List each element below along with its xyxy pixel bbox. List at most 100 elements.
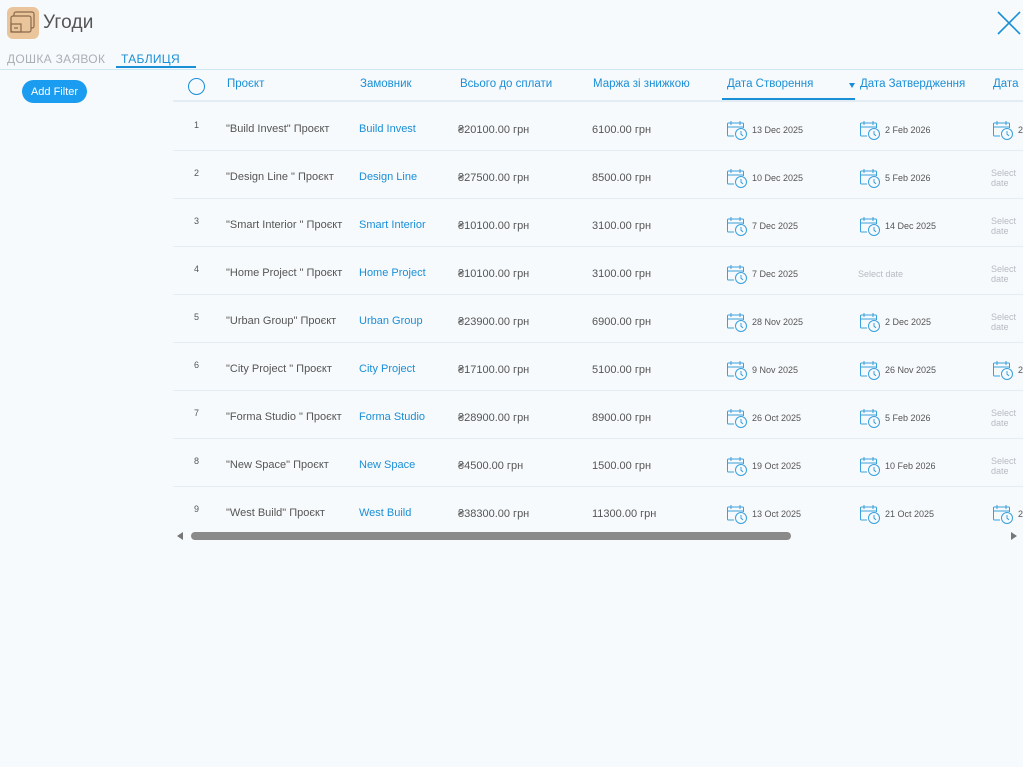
column-header-date[interactable]: Дата	[993, 78, 1018, 90]
sort-desc-icon	[849, 83, 855, 88]
table-row[interactable]: 9 "West Build" Проєкт West Build ₴38300.00 …	[173, 486, 1023, 534]
date-value: 21 Oct 2025	[885, 509, 935, 519]
date-value: 28 Nov 2025	[752, 317, 804, 327]
created-date-cell[interactable]: 10 Dec 2025	[725, 167, 803, 189]
table-row[interactable]: 3 "Smart Interior " Проєкт Smart Interior ₴…	[173, 198, 1023, 247]
margin-amount: 8500.00 грн	[592, 172, 652, 184]
date-cell[interactable]: Select date	[991, 167, 1023, 189]
date-cell[interactable]: Select date	[991, 407, 1023, 429]
approved-date-cell[interactable]: Select date	[858, 263, 903, 285]
client-link[interactable]: City Project	[359, 363, 415, 375]
date-value: 13 Dec 2025	[752, 125, 804, 135]
date-cell[interactable]: Select date	[991, 311, 1023, 333]
date-placeholder: Select date	[991, 456, 1017, 476]
tab-board[interactable]: ДОШКА ЗАЯВОК	[7, 52, 105, 66]
total-amount: ₴28900.00 грн	[458, 412, 530, 424]
calendar-clock-icon	[858, 407, 882, 429]
horizontal-scrollbar[interactable]	[191, 532, 791, 540]
row-number: 8	[194, 456, 200, 466]
created-date-cell[interactable]: 7 Dec 2025	[725, 215, 798, 237]
approved-date-cell[interactable]: 2 Feb 2026	[858, 119, 931, 141]
approved-date-cell[interactable]: 21 Oct 2025	[858, 503, 934, 525]
column-header-client[interactable]: Замовник	[360, 78, 412, 90]
project-name: "Build Invest" Проєкт	[226, 123, 330, 135]
client-link[interactable]: Design Line	[359, 171, 417, 183]
date-cell[interactable]: Select date	[991, 215, 1023, 237]
row-number: 2	[194, 168, 200, 178]
total-amount: ₴10100.00 грн	[458, 268, 530, 280]
scroll-right-arrow-icon[interactable]	[1011, 532, 1017, 540]
calendar-clock-icon	[858, 311, 882, 333]
client-link[interactable]: Forma Studio	[359, 411, 425, 423]
column-header-created-date[interactable]: Дата Створення	[727, 78, 813, 90]
calendar-clock-icon	[725, 167, 749, 189]
approved-date-cell[interactable]: 26 Nov 2025	[858, 359, 936, 381]
date-cell[interactable]: 2	[991, 359, 1023, 381]
scroll-left-arrow-icon[interactable]	[177, 532, 183, 540]
date-cell[interactable]: 2	[991, 119, 1023, 141]
row-number: 7	[194, 408, 200, 418]
calendar-clock-icon	[725, 119, 749, 141]
date-value: 2 Dec 2025	[885, 317, 932, 327]
calendar-clock-icon	[991, 359, 1015, 381]
client-link[interactable]: Build Invest	[359, 123, 416, 135]
margin-amount: 5100.00 грн	[592, 364, 652, 376]
approved-date-cell[interactable]: 14 Dec 2025	[858, 215, 936, 237]
table-row[interactable]: 8 "New Space" Проєкт New Space ₴4500.00 грн…	[173, 438, 1023, 487]
total-amount: ₴4500.00 грн	[458, 460, 524, 472]
client-link[interactable]: Smart Interior	[359, 219, 426, 231]
client-link[interactable]: New Space	[359, 459, 415, 471]
project-name: "Forma Studio " Проєкт	[226, 411, 342, 423]
date-value: 2	[1018, 509, 1023, 519]
date-value: 26 Oct 2025	[752, 413, 802, 423]
select-all-checkbox[interactable]	[188, 78, 205, 95]
approved-date-cell[interactable]: 5 Feb 2026	[858, 407, 931, 429]
calendar-clock-icon	[858, 167, 882, 189]
project-name: "Urban Group" Проєкт	[226, 315, 337, 327]
calendar-clock-icon	[858, 119, 882, 141]
calendar-clock-icon	[725, 263, 749, 285]
created-date-cell[interactable]: 7 Dec 2025	[725, 263, 798, 285]
margin-amount: 1500.00 грн	[592, 460, 652, 472]
table-row[interactable]: 5 "Urban Group" Проєкт Urban Group ₴23900.0…	[173, 294, 1023, 343]
created-date-cell[interactable]: 9 Nov 2025	[725, 359, 798, 381]
total-amount: ₴17100.00 грн	[458, 364, 530, 376]
date-value: 2	[1018, 365, 1023, 375]
date-placeholder: Select date	[991, 264, 1017, 284]
tab-table[interactable]: ТАБЛИЦЯ	[121, 52, 180, 66]
column-header-margin[interactable]: Маржа зі знижкою	[593, 78, 690, 90]
date-value: 7 Dec 2025	[752, 269, 799, 279]
table-row[interactable]: 4 "Home Project " Проєкт Home Project ₴1010…	[173, 246, 1023, 295]
column-header-approved-date[interactable]: Дата Затвердження	[860, 78, 965, 90]
date-value: 10 Dec 2025	[752, 173, 804, 183]
table-row[interactable]: 6 "City Project " Проєкт City Project ₴1710…	[173, 342, 1023, 391]
date-cell[interactable]: 2	[991, 503, 1023, 525]
date-cell[interactable]: Select date	[991, 455, 1023, 477]
date-value: 9 Nov 2025	[752, 365, 799, 375]
sorted-column-indicator	[722, 98, 855, 100]
created-date-cell[interactable]: 26 Oct 2025	[725, 407, 801, 429]
approved-date-cell[interactable]: 10 Feb 2026	[858, 455, 936, 477]
add-filter-button[interactable]: Add Filter	[22, 80, 87, 103]
created-date-cell[interactable]: 19 Oct 2025	[725, 455, 801, 477]
calendar-clock-icon	[725, 407, 749, 429]
client-link[interactable]: West Build	[359, 507, 411, 519]
margin-amount: 3100.00 грн	[592, 268, 652, 280]
date-cell[interactable]: Select date	[991, 263, 1023, 285]
column-header-total[interactable]: Всього до сплати	[460, 78, 552, 90]
column-header-project[interactable]: Проєкт	[227, 78, 264, 90]
table-row[interactable]: 1 "Build Invest" Проєкт Build Invest ₴20100…	[173, 102, 1023, 151]
approved-date-cell[interactable]: 2 Dec 2025	[858, 311, 931, 333]
project-name: "New Space" Проєкт	[226, 459, 329, 471]
close-icon[interactable]	[995, 9, 1023, 37]
created-date-cell[interactable]: 13 Oct 2025	[725, 503, 801, 525]
date-placeholder: Select date	[991, 408, 1017, 428]
table-row[interactable]: 2 "Design Line " Проєкт Design Line ₴27500.…	[173, 150, 1023, 199]
created-date-cell[interactable]: 13 Dec 2025	[725, 119, 803, 141]
calendar-clock-icon	[725, 215, 749, 237]
client-link[interactable]: Urban Group	[359, 315, 423, 327]
table-row[interactable]: 7 "Forma Studio " Проєкт Forma Studio ₴2890…	[173, 390, 1023, 439]
client-link[interactable]: Home Project	[359, 267, 426, 279]
created-date-cell[interactable]: 28 Nov 2025	[725, 311, 803, 333]
approved-date-cell[interactable]: 5 Feb 2026	[858, 167, 931, 189]
